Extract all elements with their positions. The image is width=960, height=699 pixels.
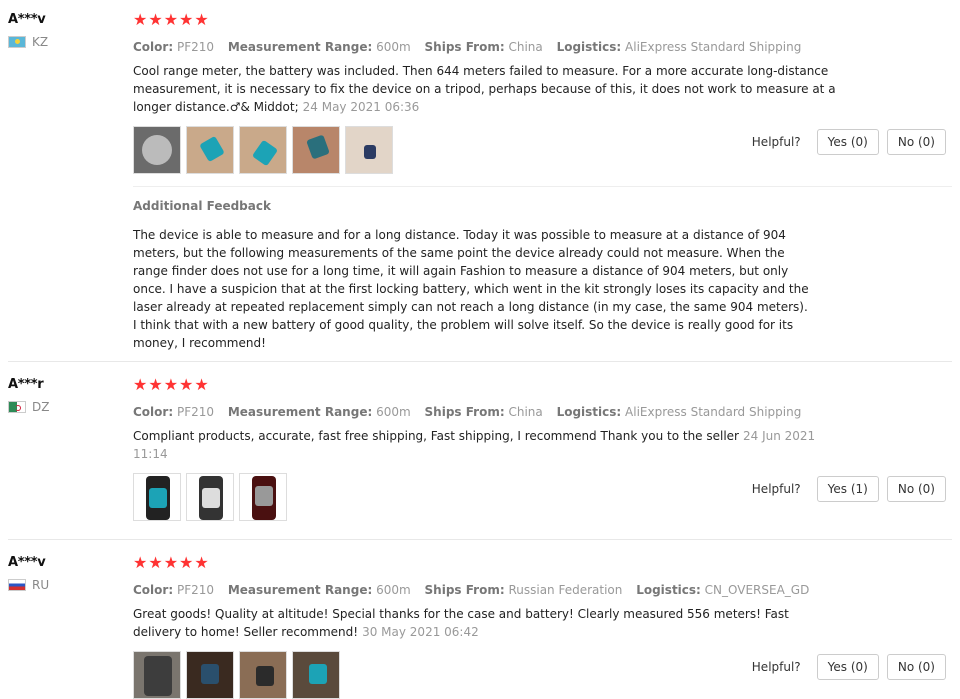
review-photo[interactable]	[239, 126, 287, 174]
star-rating: ★★★★★	[133, 10, 210, 29]
country-code: DZ	[32, 400, 50, 414]
review-attributes: Color: PF210 Measurement Range: 600m Shi…	[133, 583, 833, 597]
review-content: ★★★★★ Color: PF210 Measurement Range: 60…	[133, 10, 836, 174]
color-value: PF210	[176, 405, 214, 419]
helpful-yes-button[interactable]: Yes (0)	[816, 654, 879, 680]
reviewer-country: DZ	[8, 400, 49, 414]
russia-flag-icon	[8, 579, 26, 591]
helpful-label: Helpful?	[751, 482, 801, 496]
star-rating: ★★★★★	[133, 553, 210, 572]
reviewer-name: A***v	[8, 12, 46, 27]
review-photo[interactable]	[239, 473, 287, 521]
ships-from-value: China	[508, 405, 543, 419]
review-photo[interactable]	[292, 126, 340, 174]
range-label: Measurement Range:	[227, 583, 373, 597]
review-date: 30 May 2021 06:42	[362, 625, 479, 639]
review-photo[interactable]	[186, 651, 234, 699]
additional-feedback-text: The device is able to measure and for a …	[133, 228, 809, 350]
logistics-value: AliExpress Standard Shipping	[625, 40, 802, 54]
helpful-no-button[interactable]: No (0)	[886, 654, 946, 680]
kazakhstan-flag-icon	[8, 36, 26, 48]
country-code: RU	[32, 578, 50, 592]
reviewer-name: A***v	[8, 555, 46, 570]
ships-from-value: China	[508, 40, 543, 54]
reviewer-country: RU	[8, 578, 49, 592]
review-attributes: Color: PF210 Measurement Range: 600m Shi…	[133, 40, 833, 54]
helpful-label: Helpful?	[751, 660, 801, 674]
helpful-vote: Helpful? Yes (0) No (0)	[752, 129, 946, 155]
logistics-value: AliExpress Standard Shipping	[625, 405, 802, 419]
review-photo[interactable]	[292, 651, 340, 699]
review-photo[interactable]	[186, 473, 234, 521]
review-photo[interactable]	[186, 126, 234, 174]
review-body: Cool range meter, the battery was includ…	[133, 64, 836, 114]
ships-from-label: Ships From:	[424, 40, 505, 54]
review-photos	[133, 126, 833, 174]
review-divider	[8, 361, 952, 362]
ships-from-value: Russian Federation	[508, 583, 623, 597]
reviewer-info: A***v RU	[8, 555, 49, 592]
review-photo[interactable]	[133, 473, 181, 521]
review-content: ★★★★★ Color: PF210 Measurement Range: 60…	[133, 555, 833, 699]
review-photos	[133, 651, 833, 699]
country-code: KZ	[32, 35, 49, 49]
ships-from-label: Ships From:	[424, 405, 505, 419]
helpful-yes-button[interactable]: Yes (1)	[816, 476, 879, 502]
logistics-value: CN_OVERSEA_GD	[704, 583, 810, 597]
review-text: Cool range meter, the battery was includ…	[133, 62, 838, 116]
additional-feedback-title: Additional Feedback	[133, 199, 271, 213]
helpful-label: Helpful?	[751, 135, 801, 149]
color-label: Color:	[133, 405, 174, 419]
color-value: PF210	[176, 40, 214, 54]
color-label: Color:	[133, 40, 174, 54]
helpful-yes-button[interactable]: Yes (0)	[816, 129, 879, 155]
review-photo[interactable]	[345, 126, 393, 174]
helpful-no-button[interactable]: No (0)	[886, 476, 946, 502]
review-text: Compliant products, accurate, fast free …	[133, 427, 838, 463]
reviewer-info: A***v KZ	[8, 12, 48, 49]
logistics-label: Logistics:	[556, 40, 622, 54]
algeria-flag-icon	[8, 401, 26, 413]
color-value: PF210	[176, 583, 214, 597]
review-date: 24 May 2021 06:36	[302, 100, 420, 114]
review-photo[interactable]	[133, 126, 181, 174]
helpful-vote: Helpful? Yes (1) No (0)	[752, 476, 946, 502]
range-label: Measurement Range:	[227, 405, 373, 419]
review-text: Great goods! Quality at altitude! Specia…	[133, 605, 838, 641]
reviewer-info: A***r DZ	[8, 377, 49, 414]
helpful-no-button[interactable]: No (0)	[886, 129, 946, 155]
ships-from-label: Ships From:	[424, 583, 505, 597]
review-photo[interactable]	[239, 651, 287, 699]
review-content: ★★★★★ Color: PF210 Measurement Range: 60…	[133, 377, 833, 521]
range-value: 600m	[376, 583, 411, 597]
color-label: Color:	[133, 583, 174, 597]
review-photo[interactable]	[133, 651, 181, 699]
review-divider	[8, 539, 952, 540]
reviewer-name: A***r	[8, 377, 44, 392]
review-attributes: Color: PF210 Measurement Range: 600m Shi…	[133, 405, 833, 419]
logistics-label: Logistics:	[636, 583, 701, 597]
helpful-vote: Helpful? Yes (0) No (0)	[752, 654, 946, 680]
divider	[133, 186, 952, 187]
reviewer-country: KZ	[8, 35, 48, 49]
range-value: 600m	[376, 40, 411, 54]
logistics-label: Logistics:	[556, 405, 622, 419]
range-label: Measurement Range:	[227, 40, 373, 54]
review-body: Compliant products, accurate, fast free …	[133, 429, 739, 443]
review-photos	[133, 473, 833, 521]
star-rating: ★★★★★	[133, 375, 210, 394]
range-value: 600m	[376, 405, 411, 419]
